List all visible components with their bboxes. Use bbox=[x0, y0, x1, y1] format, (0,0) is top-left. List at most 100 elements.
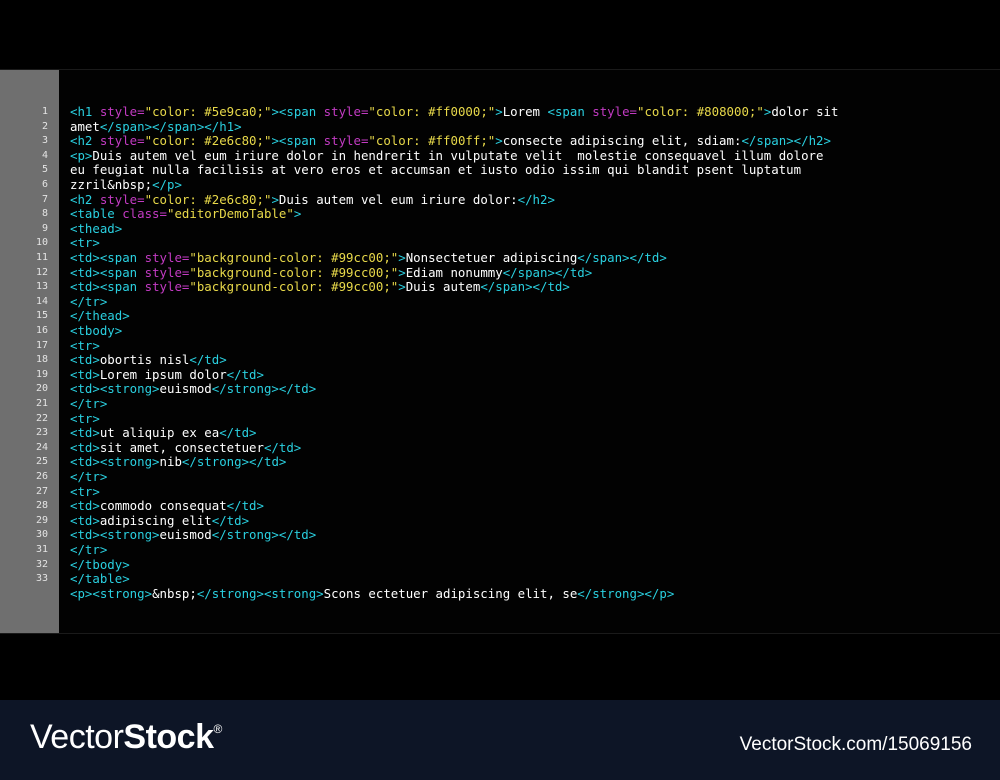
line-number: 30 bbox=[35, 529, 48, 541]
code-tag: <td><span bbox=[70, 250, 145, 265]
code-tag: </td> bbox=[226, 498, 264, 514]
code-attr: class= bbox=[122, 206, 167, 222]
code-attr: style= bbox=[144, 264, 190, 280]
code-line[interactable]: <p><strong>&nbsp;</strong><strong>Scons … bbox=[70, 585, 675, 602]
code-line[interactable]: <tr> bbox=[70, 484, 100, 500]
code-tag: <p> bbox=[70, 147, 93, 163]
code-tag: <tr> bbox=[70, 337, 100, 353]
code-line[interactable]: <td>commodo consequat</td> bbox=[70, 498, 264, 514]
line-number: 5 bbox=[41, 164, 48, 176]
code-line[interactable]: <td><strong>euismod</strong></td> bbox=[70, 528, 316, 543]
code-tag: </strong></td> bbox=[181, 454, 287, 470]
code-tag: </tr> bbox=[70, 396, 108, 411]
code-line[interactable]: <table class="editorDemoTable"> bbox=[70, 206, 301, 222]
code-line[interactable]: </tr> bbox=[70, 469, 107, 485]
code-line[interactable]: <td>obortis nisl</td> bbox=[70, 352, 227, 368]
line-number: 6 bbox=[41, 179, 48, 190]
brand-mark: ® bbox=[213, 722, 222, 736]
code-line[interactable]: </table> bbox=[70, 571, 130, 587]
code-tag: <tr> bbox=[70, 410, 100, 426]
code-line[interactable]: <td>adipiscing elit</td> bbox=[70, 512, 250, 529]
code-tag: ><span bbox=[271, 133, 324, 149]
code-line[interactable]: </tr> bbox=[70, 396, 108, 412]
code-line[interactable]: <h2 style="color: #2e6c80;"><span style=… bbox=[70, 133, 831, 149]
line-number: 12 bbox=[35, 266, 48, 278]
watermark-footer: VectorStock® VectorStock.com/15069156 bbox=[0, 700, 1000, 780]
code-tag: </p> bbox=[152, 177, 182, 192]
code-editor[interactable]: 1 2 3 4 5 6 7 8 9 10 11 12 13 14 15 16 17 18 19 20 21 22 23 24 2… bbox=[0, 69, 1000, 634]
code-attr: style= bbox=[144, 250, 190, 265]
code-tag: <h1 bbox=[70, 104, 100, 119]
line-number: 25 bbox=[35, 456, 48, 468]
code-line[interactable]: </tr> bbox=[70, 294, 107, 310]
line-number: 27 bbox=[35, 485, 48, 497]
code-tag: <td><strong> bbox=[70, 454, 160, 470]
code-line[interactable]: <td>ut aliquip ex ea</td> bbox=[70, 425, 257, 441]
code-line[interactable]: <h2 style="color: #2e6c80;">Duis autem v… bbox=[70, 191, 555, 208]
code-attr: style= bbox=[99, 133, 145, 149]
line-number: 26 bbox=[35, 471, 48, 482]
code-text: Lorem bbox=[502, 104, 548, 119]
code-tag: </table> bbox=[70, 571, 130, 587]
code-tag: </thead> bbox=[70, 308, 130, 324]
code-tag: <td> bbox=[70, 425, 100, 441]
code-line[interactable]: <h1 style="color: #5e9ca0;"><span style=… bbox=[70, 104, 838, 120]
code-text: Ediam nonummy bbox=[405, 264, 503, 280]
code-tag: <h2 bbox=[70, 191, 100, 207]
brand-logo: VectorStock® bbox=[30, 718, 222, 757]
brand-bold: Stock bbox=[123, 718, 214, 756]
code-value: "color: #2e6c80;" bbox=[144, 133, 272, 149]
code-tag: <td> bbox=[70, 366, 100, 382]
code-value: "editorDemoTable" bbox=[166, 206, 294, 222]
code-line[interactable]: <td><span style="background-color: #99cc… bbox=[70, 264, 592, 281]
code-line[interactable]: <tr> bbox=[70, 410, 100, 427]
code-tag: <td><span bbox=[70, 264, 145, 280]
code-tag: </tr> bbox=[70, 542, 108, 557]
code-line[interactable]: </tr> bbox=[70, 542, 108, 558]
brand-light: Vector bbox=[30, 718, 124, 756]
line-number: 24 bbox=[35, 441, 48, 453]
code-area[interactable]: <h1 style="color: #5e9ca0;"><span style=… bbox=[70, 70, 990, 633]
code-line[interactable]: amet</span></span></h1> bbox=[70, 119, 242, 135]
code-line[interactable]: <td><strong>nib</strong></td> bbox=[70, 455, 286, 470]
code-tag: </span></td> bbox=[577, 250, 667, 265]
line-number: 7 bbox=[41, 193, 48, 205]
code-tag: <h2 bbox=[70, 133, 100, 149]
code-text: euismod bbox=[159, 527, 212, 543]
code-tag: <td> bbox=[70, 498, 100, 514]
code-line[interactable]: <td><span style="background-color: #99cc… bbox=[70, 250, 667, 266]
code-tag: </td> bbox=[219, 425, 257, 441]
code-tag: <td> bbox=[70, 439, 100, 455]
code-tag: > bbox=[495, 133, 503, 149]
code-line[interactable]: <tr> bbox=[70, 236, 100, 251]
code-line[interactable]: <thead> bbox=[70, 221, 122, 237]
line-number: 2 bbox=[41, 120, 48, 132]
code-value: "background-color: #99cc00;" bbox=[189, 279, 399, 295]
code-text: Duis autem vel eum iriure dolor in hendr… bbox=[92, 147, 824, 163]
code-line[interactable]: <td><span style="background-color: #99cc… bbox=[70, 279, 570, 295]
code-tag: </strong></td> bbox=[211, 527, 317, 543]
stage: 1 2 3 4 5 6 7 8 9 10 11 12 13 14 15 16 17 18 19 20 21 22 23 24 2… bbox=[0, 0, 1000, 780]
code-line[interactable]: </tbody> bbox=[70, 557, 130, 573]
line-number: 3 bbox=[41, 135, 48, 147]
code-line[interactable]: <tr> bbox=[70, 337, 100, 354]
code-attr: style= bbox=[99, 104, 145, 119]
code-tag: <p><strong> bbox=[70, 585, 153, 601]
code-tag: <td><span bbox=[70, 279, 145, 295]
code-line[interactable]: <tbody> bbox=[70, 323, 122, 339]
code-line[interactable]: <td>sit amet, consectetuer</td> bbox=[70, 439, 301, 456]
code-value: "color: #ff0000;" bbox=[368, 104, 496, 119]
code-line[interactable]: eu feugiat nulla facilisis at vero eros … bbox=[70, 163, 801, 178]
code-line[interactable]: zzril&nbsp;</p> bbox=[70, 177, 182, 193]
code-tag: </td> bbox=[211, 512, 250, 528]
code-line[interactable]: </thead> bbox=[70, 309, 130, 324]
code-tag: </strong></p> bbox=[577, 585, 675, 601]
code-line[interactable]: <p>Duis autem vel eum iriure dolor in he… bbox=[70, 147, 824, 164]
code-line[interactable]: <td><strong>euismod</strong></td> bbox=[70, 382, 316, 397]
code-line[interactable]: <td>Lorem ipsum dolor</td> bbox=[70, 366, 264, 383]
code-tag: <td><strong> bbox=[70, 381, 160, 397]
line-number: 16 bbox=[35, 325, 48, 336]
code-text: obortis nisl bbox=[99, 352, 190, 368]
code-text: consecte adipiscing elit, sdiam: bbox=[502, 133, 742, 149]
code-attr: style= bbox=[323, 133, 369, 149]
